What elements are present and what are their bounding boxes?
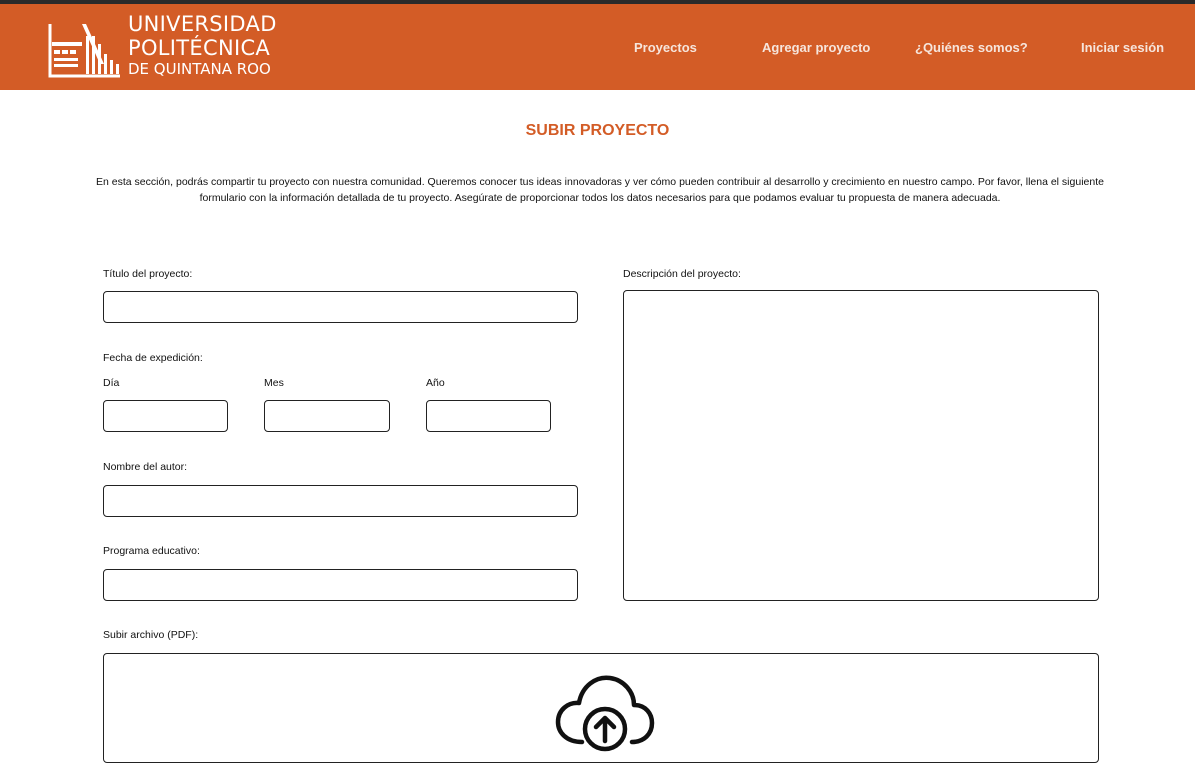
month-label: Mes [264, 377, 284, 389]
nav-link-agregar-proyecto[interactable]: Agregar proyecto [762, 40, 870, 55]
month-input[interactable] [264, 400, 390, 432]
project-title-input[interactable] [103, 291, 578, 323]
cloud-upload-icon [555, 675, 655, 752]
year-label: Año [426, 377, 445, 389]
project-description-textarea[interactable] [623, 290, 1099, 601]
logo-line-2: POLITÉCNICA [128, 36, 271, 60]
title-label: Título del proyecto: [103, 268, 193, 280]
date-label: Fecha de expedición: [103, 352, 203, 364]
program-label: Programa educativo: [103, 545, 200, 557]
day-input[interactable] [103, 400, 228, 432]
author-label: Nombre del autor: [103, 461, 188, 473]
educational-program-input[interactable] [103, 569, 578, 601]
university-logo[interactable]: UNIVERSIDAD POLITÉCNICA DE QUINTANA ROO [46, 14, 277, 80]
page-title: SUBIR PROYECTO [525, 122, 670, 139]
author-name-input[interactable] [103, 485, 578, 517]
nav-link-proyectos[interactable]: Proyectos [634, 40, 697, 55]
nav-link-quienes-somos[interactable]: ¿Quiénes somos? [915, 40, 1028, 55]
description-label: Descripción del proyecto: [623, 268, 741, 280]
logo-line-3: DE QUINTANA ROO [128, 60, 271, 78]
nav-link-iniciar-sesion[interactable]: Iniciar sesión [1081, 40, 1164, 55]
intro-paragraph: En esta sección, podrás compartir tu pro… [96, 176, 1104, 204]
year-input[interactable] [426, 400, 551, 432]
pdf-upload-dropzone[interactable] [103, 653, 1099, 763]
site-header: UNIVERSIDAD POLITÉCNICA DE QUINTANA ROO … [0, 4, 1195, 90]
logo-line-1: UNIVERSIDAD [128, 12, 277, 36]
file-label: Subir archivo (PDF): [103, 629, 199, 641]
building-logo-icon [48, 24, 120, 78]
logo-text: UNIVERSIDAD POLITÉCNICA DE QUINTANA ROO [128, 14, 277, 77]
day-label: Día [103, 377, 120, 389]
